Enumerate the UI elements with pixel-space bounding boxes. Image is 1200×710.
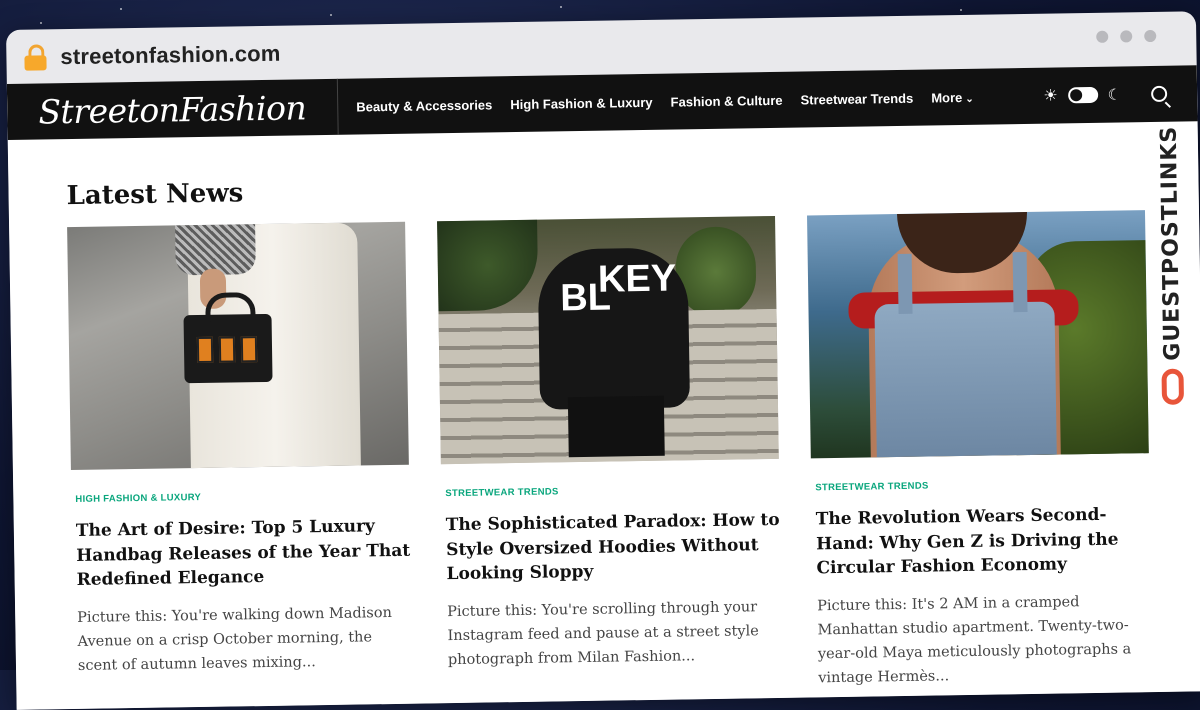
moon-icon[interactable]: ☾ — [1108, 85, 1122, 103]
window-dot-icon[interactable] — [1096, 30, 1109, 43]
nav-item-beauty-accessories[interactable]: Beauty & Accessories — [356, 97, 492, 114]
header-actions: ☀ ☾ — [1043, 66, 1168, 124]
lock-icon — [24, 44, 47, 71]
watermark: GUESTPOSTLINKS — [1152, 125, 1191, 425]
article-card[interactable]: STREETWEAR TRENDS The Revolution Wears S… — [807, 210, 1153, 706]
chevron-down-icon: ⌄ — [965, 93, 974, 105]
site-logo[interactable]: StreetonFashion — [6, 78, 339, 140]
article-image[interactable] — [67, 221, 409, 471]
article-card[interactable]: BL KEY STREETWEAR TRENDS The Sophisticat… — [437, 215, 783, 710]
nav-item-fashion-culture[interactable]: Fashion & Culture — [670, 92, 782, 109]
web-page: StreetonFashion Beauty & Accessories Hig… — [6, 65, 1200, 710]
browser-window: streetonfashion.com StreetonFashion Beau… — [6, 11, 1200, 710]
nav-item-more[interactable]: More ⌄ — [931, 89, 974, 105]
window-controls — [1096, 29, 1157, 43]
nav-item-streetwear-trends[interactable]: Streetwear Trends — [800, 90, 913, 107]
sun-icon[interactable]: ☀ — [1043, 85, 1058, 105]
link-icon — [1161, 368, 1185, 405]
article-excerpt: Picture this: You're walking down Madiso… — [77, 605, 393, 675]
url-text[interactable]: streetonfashion.com — [60, 41, 281, 70]
article-excerpt: Picture this: You're scrolling through y… — [447, 599, 759, 669]
article-title[interactable]: The Revolution Wears Second-Hand: Why Ge… — [816, 502, 1151, 581]
window-dot-icon[interactable] — [1144, 29, 1157, 43]
article-title[interactable]: The Sophisticated Paradox: How to Style … — [446, 508, 781, 587]
nav-more-label: More — [931, 89, 963, 105]
article-title[interactable]: The Art of Desire: Top 5 Luxury Handbag … — [76, 514, 411, 593]
search-icon[interactable] — [1151, 85, 1168, 103]
article-image[interactable]: BL KEY — [437, 215, 779, 465]
watermark-text: GUESTPOSTLINKS — [1156, 125, 1185, 361]
article-excerpt: Picture this: It's 2 AM in a cramped Man… — [817, 594, 1132, 687]
article-image[interactable] — [807, 210, 1149, 459]
article-card[interactable]: HIGH FASHION & LUXURY The Art of Desire:… — [67, 221, 413, 710]
article-category[interactable]: STREETWEAR TRENDS — [815, 477, 1149, 494]
theme-toggle[interactable] — [1067, 86, 1098, 104]
main-nav: Beauty & Accessories High Fashion & Luxu… — [356, 89, 974, 114]
section-title: Latest News — [66, 178, 244, 212]
article-category[interactable]: HIGH FASHION & LUXURY — [75, 489, 409, 505]
main-content: Latest News HIGH FASHION & LUXURY The Ar… — [8, 163, 1200, 710]
nav-item-high-fashion-luxury[interactable]: High Fashion & Luxury — [510, 94, 653, 111]
article-category[interactable]: STREETWEAR TRENDS — [445, 483, 779, 499]
article-grid: HIGH FASHION & LUXURY The Art of Desire:… — [67, 210, 1149, 710]
window-dot-icon[interactable] — [1120, 30, 1133, 43]
